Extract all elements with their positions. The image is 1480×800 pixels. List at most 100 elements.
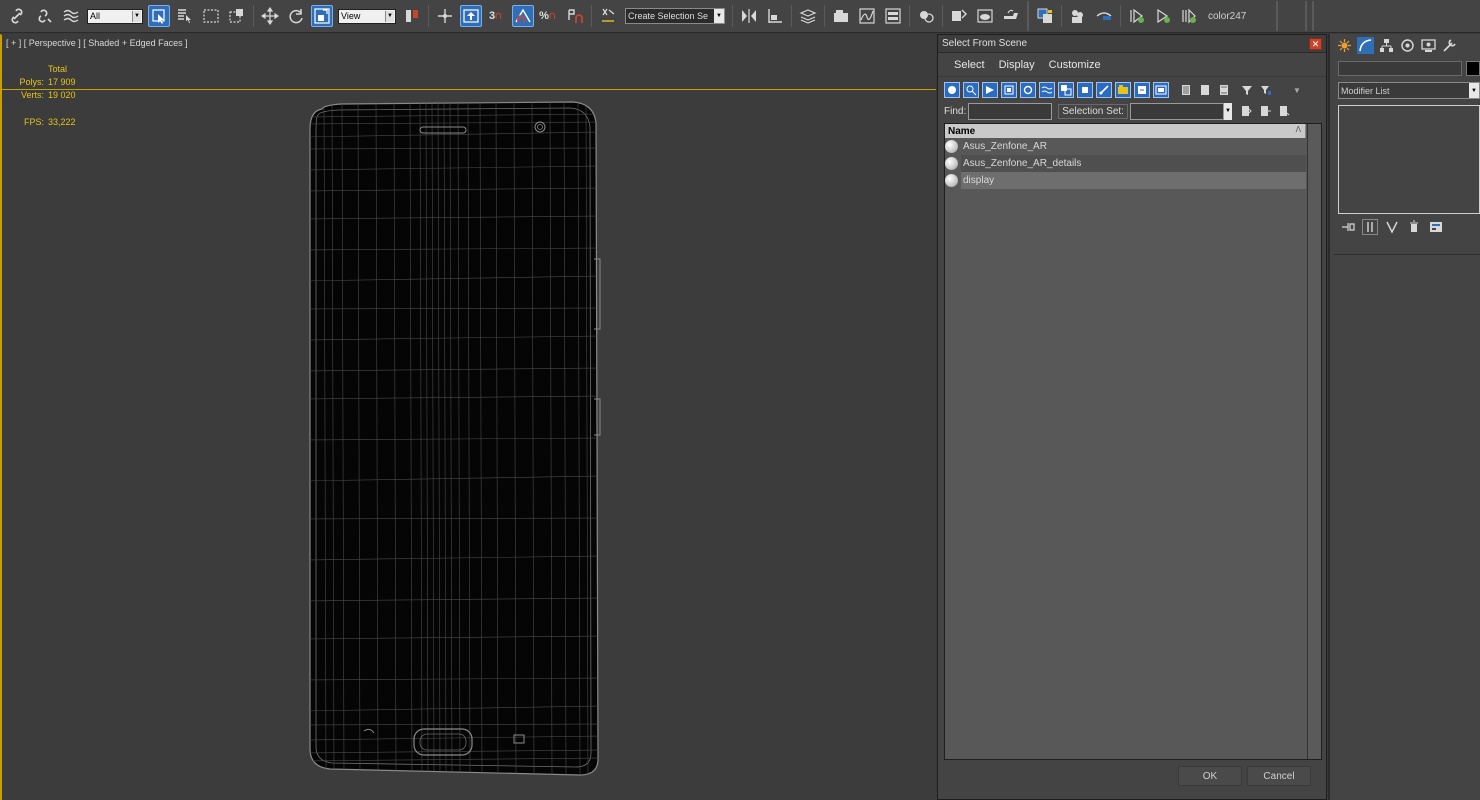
column-name-label: Name [948, 125, 976, 137]
filter-frozen-icon[interactable] [1134, 82, 1150, 98]
bake-icon[interactable] [1093, 5, 1115, 27]
show-end-result-icon[interactable] [1362, 219, 1378, 235]
toggle-scene-explorer-icon[interactable] [830, 5, 852, 27]
schematic-view-icon[interactable] [882, 5, 904, 27]
selection-filter-dropdown[interactable]: All ▼ [87, 8, 143, 24]
filter-options-icon[interactable] [1258, 82, 1274, 98]
dialog-titlebar[interactable]: Select From Scene ✕ [938, 35, 1326, 53]
percent-snap-icon[interactable]: % [538, 5, 560, 27]
filter-helpers-icon[interactable] [1020, 82, 1036, 98]
motion-tab-icon[interactable] [1399, 37, 1416, 54]
bind-space-warp-icon[interactable] [60, 5, 82, 27]
filter-groups-icon[interactable] [1058, 82, 1074, 98]
move-icon[interactable] [259, 5, 281, 27]
create-tab-icon[interactable] [1336, 37, 1353, 54]
filter-cameras-icon[interactable] [1001, 82, 1017, 98]
display-all-icon[interactable] [1178, 82, 1194, 98]
display-none-icon[interactable] [1197, 82, 1213, 98]
column-header-name[interactable]: Name Λ [945, 124, 1306, 138]
layer-manager-icon[interactable] [797, 5, 819, 27]
ok-button[interactable]: OK [1178, 766, 1242, 786]
align-icon[interactable] [764, 5, 786, 27]
utilities-tab-icon[interactable] [1441, 37, 1458, 54]
filter-funnel-icon[interactable] [1239, 82, 1255, 98]
object-name-field[interactable] [1338, 61, 1462, 76]
modifier-list-dropdown[interactable]: Modifier List ▼ [1338, 82, 1480, 99]
play-selected-icon[interactable] [1152, 5, 1174, 27]
add-to-selection-set-icon[interactable] [1257, 103, 1273, 119]
display-tab-icon[interactable] [1420, 37, 1437, 54]
polys-label: Polys: [19, 77, 44, 87]
render-setup-icon[interactable] [948, 5, 970, 27]
reference-coordinate-dropdown[interactable]: View ▼ [338, 8, 396, 24]
keyboard-shortcut-override-icon[interactable] [460, 5, 482, 27]
angle-snap-icon[interactable] [512, 5, 534, 27]
toolbar-overflow-icon[interactable]: ▼ [1289, 82, 1305, 98]
snaps-toggle-icon[interactable]: 3 [486, 5, 508, 27]
sort-ascending-icon: Λ [1295, 125, 1301, 134]
filter-shapes-icon[interactable] [963, 82, 979, 98]
object-color-swatch[interactable] [1466, 61, 1480, 76]
select-by-name-icon[interactable] [174, 5, 196, 27]
make-unique-icon[interactable] [1384, 219, 1400, 235]
container-icon[interactable] [1034, 5, 1056, 27]
pivot-center-icon[interactable] [401, 5, 423, 27]
filter-hidden-icon[interactable] [1153, 82, 1169, 98]
filter-xrefs-icon[interactable] [1077, 82, 1093, 98]
perspective-viewport[interactable]: [ + ] [ Perspective ] [ Shaded + Edged F… [0, 34, 936, 800]
find-input[interactable] [968, 102, 1053, 120]
render-production-icon[interactable] [1000, 5, 1022, 27]
play-forward-icon[interactable] [1126, 5, 1148, 27]
link-icon[interactable] [8, 5, 30, 27]
toolbar-separator [942, 5, 943, 27]
scale-icon[interactable] [311, 5, 333, 27]
curve-editor-icon[interactable] [856, 5, 878, 27]
keyframe-icon[interactable] [1178, 5, 1200, 27]
selection-set-dropdown[interactable]: ▼ [1129, 102, 1232, 120]
filter-bones-icon[interactable] [1096, 82, 1112, 98]
material-editor-icon[interactable] [915, 5, 937, 27]
rendered-frame-window-icon[interactable] [974, 5, 996, 27]
display-invert-icon[interactable] [1216, 82, 1232, 98]
filter-containers-icon[interactable] [1115, 82, 1131, 98]
close-icon[interactable]: ✕ [1309, 38, 1322, 50]
menu-display[interactable]: Display [999, 59, 1035, 71]
filter-space-warps-icon[interactable] [1039, 82, 1055, 98]
spinner-snap-icon[interactable] [564, 5, 586, 27]
rotate-icon[interactable] [285, 5, 307, 27]
menu-select[interactable]: Select [954, 59, 985, 71]
remove-from-selection-set-icon[interactable] [1276, 103, 1292, 119]
populate-icon[interactable] [1067, 5, 1089, 27]
window-crossing-icon[interactable] [226, 5, 248, 27]
configure-modifier-sets-icon[interactable] [1428, 219, 1444, 235]
filter-toolbar: ▼ [944, 79, 1322, 101]
geometry-object-icon [945, 174, 958, 187]
list-scrollbar[interactable] [1307, 124, 1321, 759]
object-list[interactable]: Name Λ Asus_Zenfone_AR Asus_Zenfone_AR_d… [944, 123, 1322, 760]
cancel-button[interactable]: Cancel [1247, 766, 1311, 786]
modify-tab-icon[interactable] [1357, 36, 1374, 54]
list-item[interactable]: Asus_Zenfone_AR_details [945, 155, 1306, 172]
list-item[interactable]: display [945, 172, 1306, 189]
hierarchy-tab-icon[interactable] [1378, 37, 1395, 54]
object-name: Asus_Zenfone_AR_details [961, 155, 1306, 172]
pin-stack-icon[interactable] [1340, 219, 1356, 235]
list-item[interactable]: Asus_Zenfone_AR [945, 138, 1306, 155]
viewport-safe-frame-line [2, 89, 936, 90]
menu-customize[interactable]: Customize [1049, 59, 1101, 71]
edit-named-selection-icon[interactable] [597, 5, 619, 27]
mirror-icon[interactable] [738, 5, 760, 27]
viewport-label[interactable]: [ + ] [ Perspective ] [ Shaded + Edged F… [6, 38, 188, 48]
select-object-icon[interactable] [148, 5, 170, 27]
filter-lights-icon[interactable] [982, 82, 998, 98]
named-selection-set-dropdown[interactable]: Create Selection Se ▼ [625, 8, 725, 24]
create-selection-set-icon[interactable] [1238, 103, 1254, 119]
remove-modifier-icon[interactable] [1406, 219, 1422, 235]
unlink-icon[interactable] [34, 5, 56, 27]
modifier-stack[interactable] [1338, 105, 1480, 214]
filter-geometry-icon[interactable] [944, 82, 960, 98]
select-manipulate-icon[interactable] [434, 5, 456, 27]
phone-wireframe-model[interactable] [302, 99, 602, 779]
toolbar-separator [428, 5, 429, 27]
rectangular-selection-icon[interactable] [200, 5, 222, 27]
